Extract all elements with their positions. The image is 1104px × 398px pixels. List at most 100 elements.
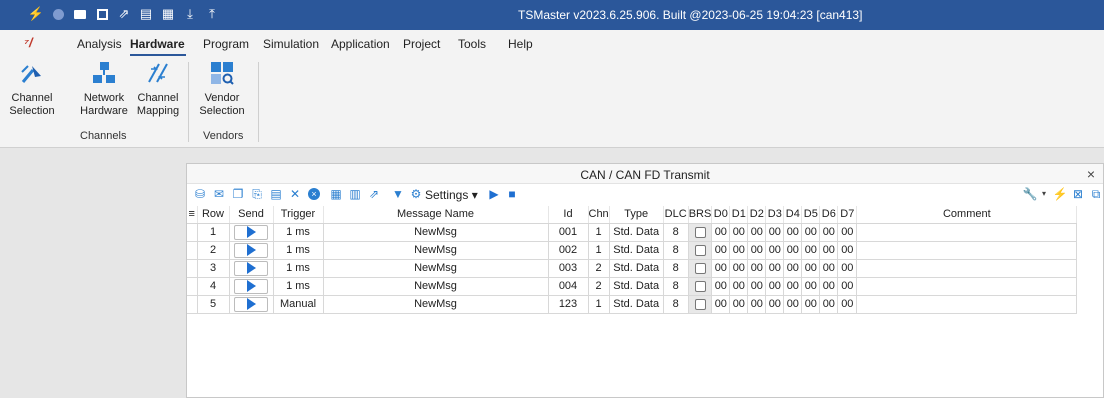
d0-cell[interactable]: 00 <box>711 295 731 314</box>
undock-icon[interactable]: ⧉ <box>1089 187 1103 201</box>
d4-cell[interactable]: 00 <box>783 259 803 278</box>
settings-dropdown[interactable]: Settings ▾ <box>425 188 478 202</box>
d0-cell[interactable]: 00 <box>711 241 731 260</box>
vendor-selection-button[interactable]: Vendor Selection <box>196 60 248 118</box>
send-button[interactable] <box>234 278 268 294</box>
d2-cell[interactable]: 00 <box>747 295 767 314</box>
col-trigger[interactable]: Trigger <box>273 206 324 224</box>
layout-icon[interactable]: ▤ <box>138 6 154 22</box>
lightning-icon[interactable]: ⚡ <box>1053 187 1068 201</box>
download-icon[interactable]: ⤓ <box>182 6 198 22</box>
chn-cell[interactable]: 1 <box>588 241 610 260</box>
table-row[interactable]: 4 1 ms NewMsg 004 2 Std. Data 8 00 00 00… <box>187 277 1078 296</box>
d3-cell[interactable]: 00 <box>765 277 785 296</box>
col-d7[interactable]: D7 <box>837 206 858 224</box>
d6-cell[interactable]: 00 <box>819 295 839 314</box>
comment-cell[interactable] <box>856 277 1078 296</box>
menu-help[interactable]: Help <box>508 37 533 51</box>
d1-cell[interactable]: 00 <box>729 259 749 278</box>
wrench-icon[interactable]: 🔧 <box>1023 187 1038 201</box>
trigger-cell[interactable]: 1 ms <box>273 277 324 296</box>
export-icon[interactable]: ⇗ <box>116 6 132 22</box>
message-name-cell[interactable]: NewMsg <box>323 277 549 296</box>
trigger-cell[interactable]: 1 ms <box>273 241 324 260</box>
col-chn[interactable]: Chn <box>588 206 610 224</box>
id-cell[interactable]: 002 <box>548 241 589 260</box>
layout-edit-icon[interactable]: ▦ <box>160 6 176 22</box>
play-icon[interactable]: ▶ <box>487 187 501 201</box>
brs-checkbox[interactable] <box>694 244 706 256</box>
trigger-cell[interactable]: Manual <box>273 295 324 314</box>
stop-icon[interactable]: ■ <box>505 187 519 201</box>
d7-cell[interactable]: 00 <box>837 277 858 296</box>
message-icon[interactable] <box>72 6 88 22</box>
d1-cell[interactable]: 00 <box>729 241 749 260</box>
col-send[interactable]: Send <box>229 206 274 224</box>
message-name-cell[interactable]: NewMsg <box>323 241 549 260</box>
app-logo-icon[interactable]: ⁷/ <box>24 35 40 50</box>
dlc-cell[interactable]: 8 <box>663 259 689 278</box>
d2-cell[interactable]: 00 <box>747 241 767 260</box>
id-cell[interactable]: 004 <box>548 277 589 296</box>
record-icon[interactable] <box>50 6 66 22</box>
col-d0[interactable]: D0 <box>711 206 731 224</box>
delete-icon[interactable]: ✕ <box>288 187 302 201</box>
id-cell[interactable]: 123 <box>548 295 589 314</box>
comment-cell[interactable] <box>856 295 1078 314</box>
d7-cell[interactable]: 00 <box>837 259 858 278</box>
dlc-cell[interactable]: 8 <box>663 241 689 260</box>
window-icon[interactable] <box>94 6 110 22</box>
upload-icon[interactable]: ⤒ <box>204 6 220 22</box>
chn-cell[interactable]: 1 <box>588 223 610 242</box>
table-row[interactable]: 5 Manual NewMsg 123 1 Std. Data 8 00 00 … <box>187 295 1078 314</box>
brs-checkbox[interactable] <box>694 262 706 274</box>
send-button[interactable] <box>234 296 268 312</box>
message-name-cell[interactable]: NewMsg <box>323 259 549 278</box>
layout-edit-icon[interactable]: ▥ <box>348 187 362 201</box>
col-d2[interactable]: D2 <box>747 206 767 224</box>
col-d3[interactable]: D3 <box>765 206 785 224</box>
lightning-icon[interactable]: ⚡ <box>28 6 44 22</box>
type-cell[interactable]: Std. Data <box>609 223 664 242</box>
d6-cell[interactable]: 00 <box>819 223 839 242</box>
d3-cell[interactable]: 00 <box>765 259 785 278</box>
dlc-cell[interactable]: 8 <box>663 223 689 242</box>
clear-icon[interactable]: × <box>307 187 321 201</box>
d7-cell[interactable]: 00 <box>837 223 858 242</box>
menu-program[interactable]: Program <box>203 37 249 51</box>
dlc-cell[interactable]: 8 <box>663 277 689 296</box>
table-row[interactable]: 1 1 ms NewMsg 001 1 Std. Data 8 00 00 00… <box>187 223 1078 242</box>
d7-cell[interactable]: 00 <box>837 241 858 260</box>
paste-icon[interactable]: ⎘ <box>250 187 264 201</box>
d3-cell[interactable]: 00 <box>765 241 785 260</box>
send-button[interactable] <box>234 242 268 258</box>
menu-project[interactable]: Project <box>403 37 440 51</box>
trigger-cell[interactable]: 1 ms <box>273 223 324 242</box>
brs-checkbox[interactable] <box>694 280 706 292</box>
id-cell[interactable]: 001 <box>548 223 589 242</box>
col-row[interactable]: Row <box>197 206 230 224</box>
database-icon[interactable]: ⛁ <box>193 187 207 201</box>
d5-cell[interactable]: 00 <box>801 295 821 314</box>
col-dlc[interactable]: DLC <box>663 206 689 224</box>
chn-cell[interactable]: 2 <box>588 259 610 278</box>
close-icon[interactable]: × <box>1087 166 1095 182</box>
channel-selection-button[interactable]: Channel Selection <box>6 60 58 118</box>
d7-cell[interactable]: 00 <box>837 295 858 314</box>
col-brs[interactable]: BRS <box>688 206 713 224</box>
channel-mapping-button[interactable]: Channel Mapping <box>134 60 182 118</box>
type-cell[interactable]: Std. Data <box>609 241 664 260</box>
d4-cell[interactable]: 00 <box>783 223 803 242</box>
col-d1[interactable]: D1 <box>729 206 749 224</box>
chn-cell[interactable]: 1 <box>588 295 610 314</box>
close-window-icon[interactable]: ⊠ <box>1071 187 1085 201</box>
col-comment[interactable]: Comment <box>856 206 1078 224</box>
message-name-cell[interactable]: NewMsg <box>323 295 549 314</box>
table-row[interactable]: 2 1 ms NewMsg 002 1 Std. Data 8 00 00 00… <box>187 241 1078 260</box>
id-cell[interactable]: 003 <box>548 259 589 278</box>
d4-cell[interactable]: 00 <box>783 295 803 314</box>
d0-cell[interactable]: 00 <box>711 277 731 296</box>
d1-cell[interactable]: 00 <box>729 277 749 296</box>
layout-icon[interactable]: ▦ <box>329 187 343 201</box>
export-icon[interactable]: ⇗ <box>367 187 381 201</box>
